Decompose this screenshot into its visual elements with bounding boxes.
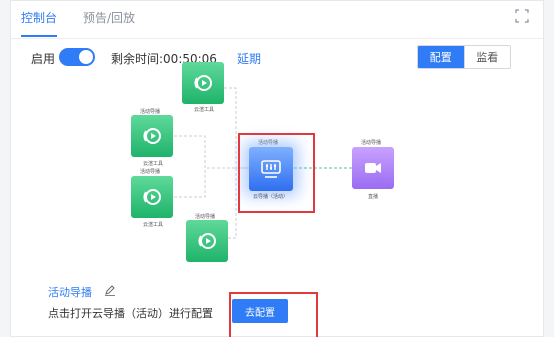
live-node[interactable] (352, 147, 394, 189)
tab-preview-replay[interactable]: 预告/回放 (83, 9, 135, 26)
enable-toggle[interactable] (59, 48, 95, 66)
view-switch: 配置 监看 (417, 45, 511, 69)
toggle-knob (79, 50, 93, 64)
config-view-button[interactable]: 配置 (418, 46, 464, 68)
enable-label: 启用 (31, 52, 56, 66)
cloud-guide-node[interactable] (249, 147, 293, 191)
go-config-button[interactable]: 去配置 (232, 299, 288, 323)
tab-console[interactable]: 控制台 (21, 9, 58, 37)
source-node-top[interactable] (182, 62, 224, 104)
remaining-label: 剩余时间: (111, 52, 164, 66)
extend-link[interactable]: 延期 (237, 50, 261, 67)
source-node-2[interactable] (131, 176, 173, 218)
watch-view-button[interactable]: 监看 (463, 46, 510, 68)
edit-pencil-icon[interactable] (104, 284, 116, 296)
tab-bar: 控制台 预告/回放 (11, 1, 543, 39)
config-hint-text: 点击打开云导播（活动）进行配置 (48, 307, 213, 320)
video-camera-icon (365, 163, 381, 173)
control-row: 启用 剩余时间:00:50:06 延期 配置 监看 (11, 45, 543, 71)
fullscreen-icon[interactable] (515, 9, 529, 23)
guide-name-link[interactable]: 活动导播 (48, 284, 92, 300)
mixer-icon (261, 160, 281, 178)
play-signal-icon (143, 128, 161, 144)
play-signal-icon (198, 233, 216, 249)
source-node-3[interactable] (186, 220, 228, 262)
play-signal-icon (194, 75, 212, 91)
play-signal-icon (143, 189, 161, 205)
source-node-1[interactable] (131, 115, 173, 157)
